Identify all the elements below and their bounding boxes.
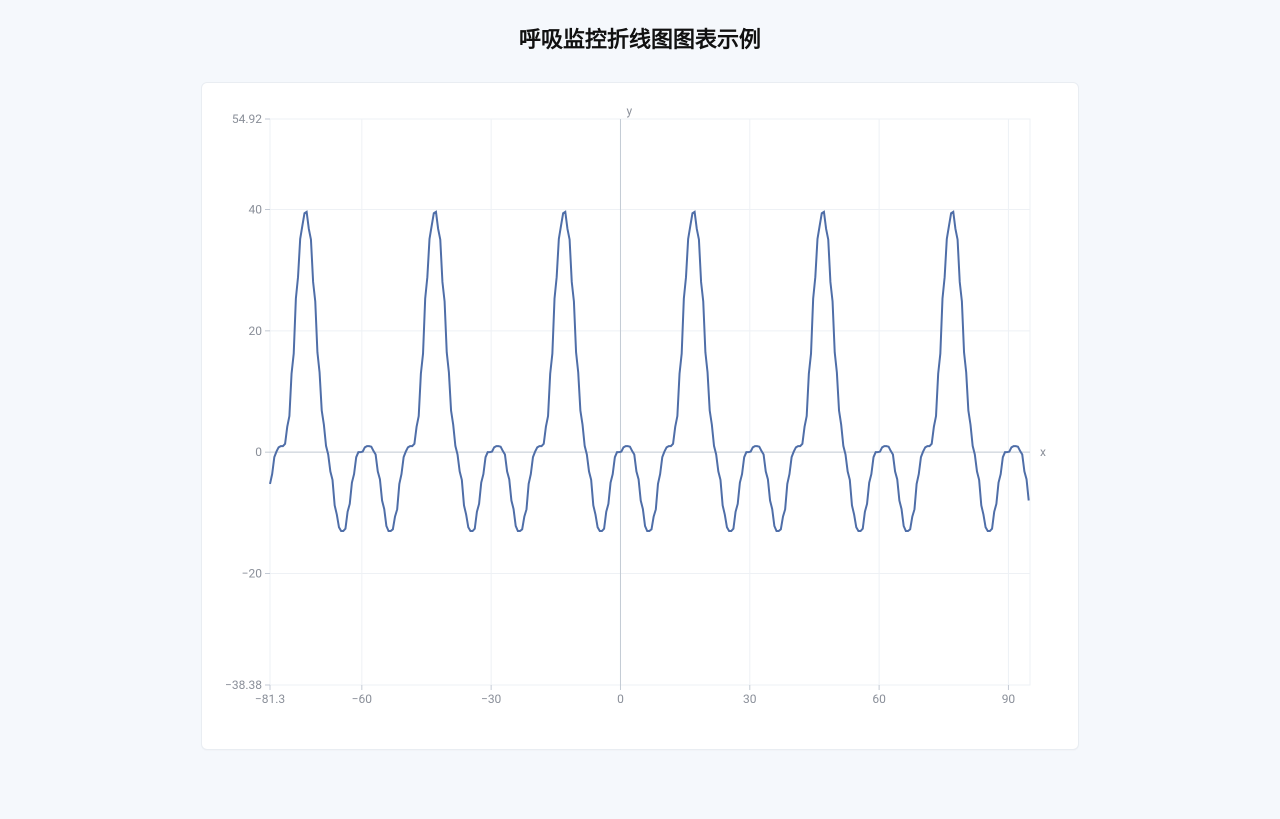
svg-text:60: 60 (872, 692, 886, 706)
chart[interactable]: −81.3 −60 −30 0 30 60 90 −38.38 −20 0 20 40 54.92 y x (220, 101, 1060, 721)
page-root: 呼吸监控折线图图表示例 −81.3 −60 −30 0 30 60 90 −38.38 −20 0… (0, 0, 1280, 819)
page-title: 呼吸监控折线图图表示例 (0, 22, 1280, 54)
svg-text:30: 30 (743, 692, 757, 706)
svg-text:0: 0 (617, 692, 624, 706)
svg-text:−38.38: −38.38 (225, 678, 262, 692)
svg-text:0: 0 (255, 445, 262, 459)
svg-text:40: 40 (249, 203, 263, 217)
svg-text:−20: −20 (242, 566, 263, 580)
svg-text:y: y (626, 104, 632, 118)
svg-text:20: 20 (249, 324, 263, 338)
svg-text:90: 90 (1002, 692, 1016, 706)
svg-text:−60: −60 (352, 692, 373, 706)
svg-text:−30: −30 (481, 692, 502, 706)
svg-text:x: x (1040, 445, 1046, 459)
svg-text:54.92: 54.92 (232, 112, 262, 126)
svg-text:−81.3: −81.3 (255, 692, 285, 706)
chart-svg: −81.3 −60 −30 0 30 60 90 −38.38 −20 0 20 40 54.92 y x (220, 101, 1060, 721)
chart-card: −81.3 −60 −30 0 30 60 90 −38.38 −20 0 20 40 54.92 y x (201, 82, 1079, 750)
